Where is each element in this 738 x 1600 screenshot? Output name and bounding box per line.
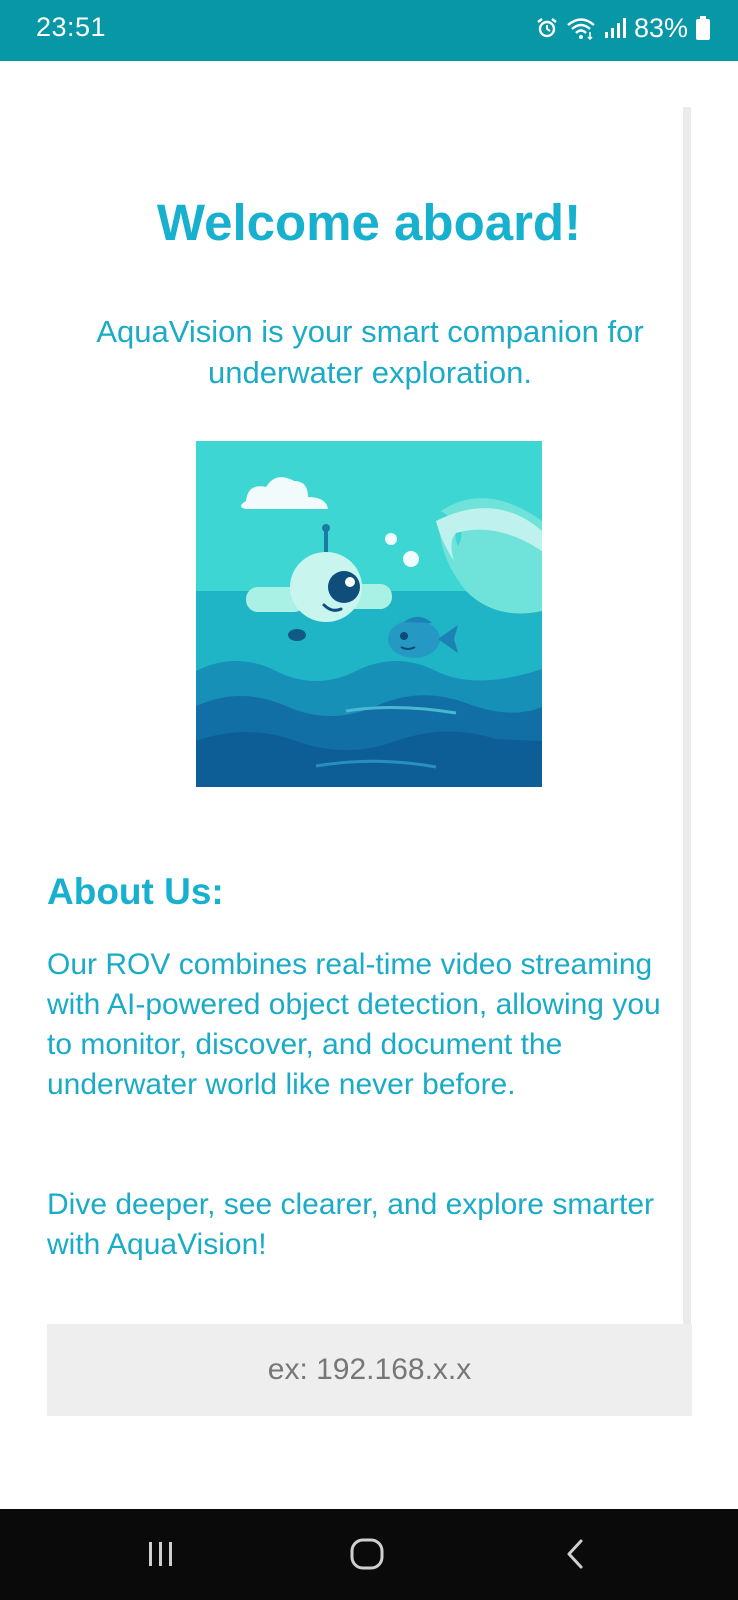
status-icons: 83% [536,10,710,46]
about-heading: About Us: [47,871,224,912]
home-icon [350,1538,384,1570]
alarm-icon [537,18,557,38]
battery-percent: 83% [633,12,688,43]
status-bar: 23:51 83% [0,0,738,61]
ip-address-input[interactable] [47,1324,692,1416]
hero-image [196,441,542,787]
recent-apps-button[interactable] [131,1529,191,1579]
wifi-icon [567,18,595,40]
page-title: Welcome aboard! [156,194,582,251]
recent-apps-icon [149,1542,172,1566]
back-button[interactable] [545,1529,605,1579]
navigation-bar [0,1509,738,1600]
battery-icon [696,16,710,40]
about-text: Our ROV combines real-time video streami… [47,948,661,1101]
status-time: 23:51 [36,12,107,42]
subtitle: AquaVision is your smart companion for u… [96,314,644,390]
home-button[interactable] [337,1529,397,1579]
tagline-text: Dive deeper, see clearer, and explore sm… [47,1188,654,1261]
back-icon [567,1539,583,1569]
signal-icon [604,18,626,38]
scroll-content[interactable]: Welcome aboard! AquaVision is your smart… [0,61,738,1509]
